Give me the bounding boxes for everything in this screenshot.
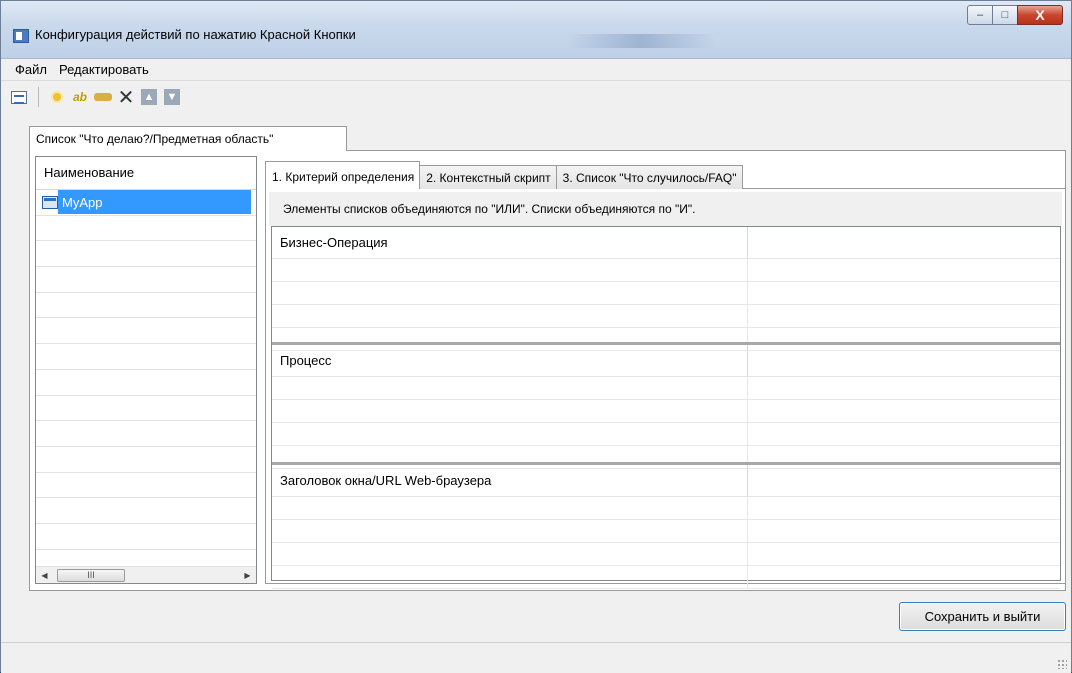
list-item[interactable] <box>36 524 256 550</box>
key-icon[interactable] <box>93 87 113 107</box>
save-and-exit-button[interactable]: Сохранить и выйти <box>899 602 1066 631</box>
window-title-url-grid[interactable]: Заголовок окна/URL Web-браузера <box>272 465 1060 589</box>
tab-context-script[interactable]: 2. Контекстный скрипт <box>419 165 557 189</box>
window-title: Конфигурация действий по нажатию Красной… <box>35 27 356 42</box>
move-up-icon[interactable]: ▲ <box>139 87 159 107</box>
table-row[interactable] <box>272 566 1060 589</box>
tab-definition-criteria[interactable]: 1. Критерий определения <box>265 161 421 189</box>
scroll-right-icon[interactable]: ▶ <box>239 571 256 580</box>
grid-header[interactable]: Бизнес-Операция <box>272 227 1060 259</box>
list-item[interactable] <box>36 396 256 422</box>
table-row[interactable] <box>272 543 1060 566</box>
list-item[interactable] <box>36 344 256 370</box>
info-text: Элементы списков объединяются по "ИЛИ". … <box>269 192 1062 226</box>
close-button[interactable]: X <box>1017 5 1063 25</box>
menu-file[interactable]: Файл <box>9 62 53 77</box>
criteria-tab-strip: 1. Критерий определения 2. Контекстный с… <box>265 161 743 189</box>
rename-icon[interactable]: ab <box>70 87 90 107</box>
list-item-label: MyApp <box>58 190 251 214</box>
grid-header-label: Заголовок окна/URL Web-браузера <box>272 465 748 496</box>
new-item-icon[interactable] <box>47 87 67 107</box>
scroll-left-icon[interactable]: ◀ <box>36 571 53 580</box>
list-item[interactable] <box>36 241 256 268</box>
toolbar: ab ✕ ▲ ▼ <box>1 83 1071 111</box>
grid-header-label: Бизнес-Операция <box>272 227 748 258</box>
toolbar-separator <box>38 87 39 107</box>
list-item[interactable] <box>36 370 256 396</box>
criteria-grids: Бизнес-Операция Процесс Заголовок окна/U… <box>271 226 1061 589</box>
list-item[interactable] <box>36 318 256 345</box>
table-row[interactable] <box>272 305 1060 328</box>
menu-edit[interactable]: Редактировать <box>53 62 155 77</box>
grid-header-label: Процесс <box>272 345 748 376</box>
tab-faq-list[interactable]: 3. Список "Что случилось/FAQ" <box>555 165 743 189</box>
grid-header[interactable]: Процесс <box>272 345 1060 377</box>
table-row[interactable] <box>272 282 1060 305</box>
table-row[interactable] <box>272 377 1060 400</box>
list-item[interactable] <box>36 447 256 473</box>
move-down-icon[interactable]: ▼ <box>162 87 182 107</box>
properties-icon[interactable] <box>9 87 29 107</box>
application-icon <box>42 195 58 209</box>
list-item[interactable]: MyApp <box>36 190 256 216</box>
list-item[interactable] <box>36 498 256 524</box>
table-row[interactable] <box>272 423 1060 446</box>
titlebar-glare <box>566 34 716 48</box>
delete-icon[interactable]: ✕ <box>116 87 136 109</box>
app-window-icon <box>13 29 29 43</box>
list-item[interactable] <box>36 216 256 242</box>
list-item[interactable] <box>36 421 256 447</box>
table-row[interactable] <box>272 497 1060 520</box>
list-item[interactable] <box>36 267 256 293</box>
minimize-button[interactable]: – <box>967 5 993 25</box>
scroll-thumb[interactable]: III <box>57 568 125 582</box>
name-column-header[interactable]: Наименование <box>36 157 256 190</box>
process-grid[interactable]: Процесс <box>272 345 1060 469</box>
resize-grip-icon[interactable] <box>1057 659 1067 669</box>
title-bar[interactable]: Конфигурация действий по нажатию Красной… <box>1 1 1071 59</box>
maximize-button[interactable]: □ <box>992 5 1018 25</box>
main-window: Конфигурация действий по нажатию Красной… <box>0 0 1072 673</box>
business-operation-grid[interactable]: Бизнес-Операция <box>272 227 1060 351</box>
table-row[interactable] <box>272 400 1060 423</box>
table-row[interactable] <box>272 259 1060 282</box>
menu-bar: Файл Редактировать <box>1 59 1071 81</box>
status-bar <box>1 642 1071 673</box>
horizontal-scrollbar[interactable]: ◀ III ▶ <box>36 566 256 583</box>
grid-header[interactable]: Заголовок окна/URL Web-браузера <box>272 465 1060 497</box>
list-item[interactable] <box>36 473 256 499</box>
tab-what-doing[interactable]: Список "Что делаю?/Предметная область" <box>29 126 347 151</box>
window-controls: – □ X <box>967 5 1063 25</box>
name-list[interactable]: Наименование MyApp ◀ III ▶ <box>35 156 257 584</box>
table-row[interactable] <box>272 520 1060 543</box>
list-item[interactable] <box>36 293 256 319</box>
